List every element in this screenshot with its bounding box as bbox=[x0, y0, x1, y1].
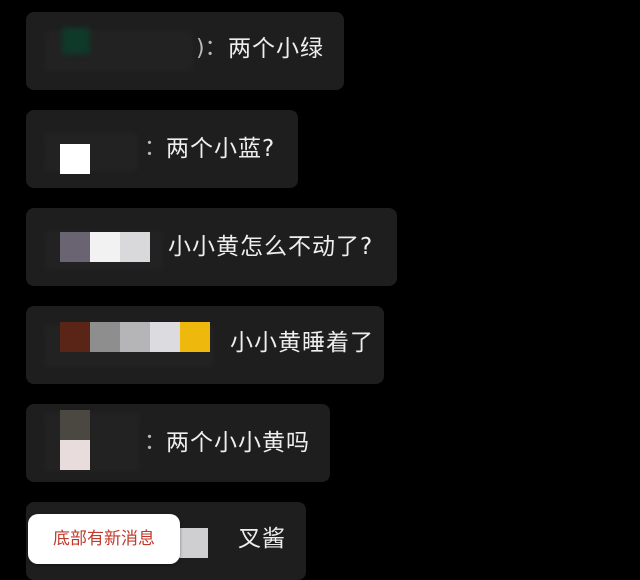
redacted-sender bbox=[44, 132, 138, 172]
sender-avatar-swatch bbox=[60, 144, 90, 174]
message-separator: ： bbox=[144, 430, 167, 455]
chat-message[interactable]: ： 两个小蓝? bbox=[26, 110, 298, 188]
sender-avatar-swatch bbox=[180, 322, 210, 352]
message-text: 两个小小黄吗 bbox=[166, 430, 310, 456]
sender-avatar-swatch bbox=[178, 528, 208, 558]
sender-avatar-swatch bbox=[60, 232, 90, 262]
redacted-sender bbox=[44, 412, 140, 472]
message-separator: ： bbox=[144, 136, 167, 161]
chat-message[interactable]: ： 两个小小黄吗 bbox=[26, 404, 330, 482]
message-separator: )： bbox=[196, 36, 227, 61]
chat-screen: )： 两个小绿 ： 两个小蓝? 小小黄怎么不动了? 小小黄睡着了 ： 两个小小黄… bbox=[0, 0, 640, 580]
message-text: 小小黄怎么不动了? bbox=[168, 234, 374, 260]
message-text: 叉酱 bbox=[238, 526, 286, 552]
chat-message[interactable]: 小小黄睡着了 bbox=[26, 306, 384, 384]
message-text: 两个小绿 bbox=[228, 36, 324, 62]
message-text: 小小黄睡着了 bbox=[230, 330, 374, 356]
message-text: 两个小蓝? bbox=[166, 136, 276, 162]
chat-message[interactable]: )： 两个小绿 bbox=[26, 12, 344, 90]
new-messages-toast[interactable]: 底部有新消息 bbox=[28, 514, 180, 564]
sender-avatar-swatch bbox=[120, 232, 150, 262]
sender-avatar-swatch bbox=[90, 322, 120, 352]
chat-message[interactable]: 小小黄怎么不动了? bbox=[26, 208, 397, 286]
sender-avatar-swatch bbox=[150, 322, 180, 352]
sender-avatar-swatch bbox=[60, 410, 90, 440]
sender-avatar-swatch bbox=[62, 28, 90, 54]
sender-avatar-swatch bbox=[60, 440, 90, 470]
sender-avatar-swatch bbox=[120, 322, 150, 352]
new-messages-label: 底部有新消息 bbox=[53, 529, 155, 549]
sender-avatar-swatch bbox=[90, 232, 120, 262]
sender-avatar-swatch bbox=[60, 322, 90, 352]
